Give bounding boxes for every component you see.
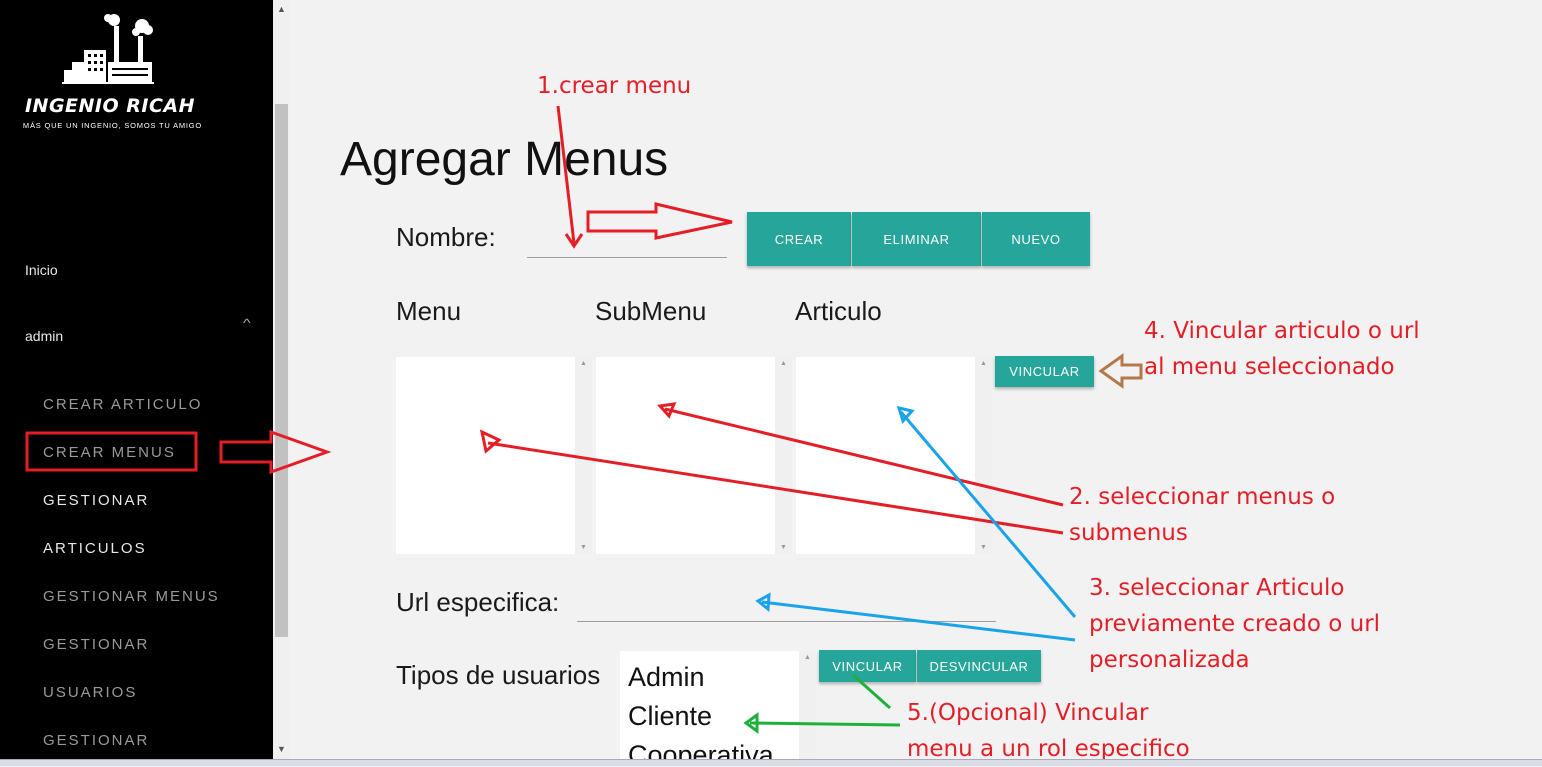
annotation-step3-line2: previamente creado o url <box>1089 611 1381 637</box>
annotation-line <box>852 673 891 710</box>
annotation-line <box>556 105 576 244</box>
annotation-step3-line1: 3. seleccionar Articulo <box>1089 575 1345 601</box>
left-arrow-icon <box>1098 353 1143 389</box>
annotation-line <box>761 600 1076 642</box>
annotation-line <box>664 407 1064 507</box>
annotation-step4-line2: al menu seleccionado <box>1144 354 1395 380</box>
annotation-step1: 1.crear menu <box>537 73 692 99</box>
annotation-line <box>487 441 1064 535</box>
annotation-line <box>749 721 901 727</box>
annotation-step2-line2: submenus <box>1069 520 1188 546</box>
annotation-step3-line3: personalizada <box>1089 647 1250 673</box>
annotation-step5-line1: 5.(Opcional) Vincular <box>907 700 1149 726</box>
right-arrow-icon <box>219 429 332 475</box>
right-arrow-icon <box>586 202 733 240</box>
annotation-line <box>899 411 1077 618</box>
highlight-box <box>25 431 198 472</box>
annotation-step2-line1: 2. seleccionar menus o <box>1069 484 1336 510</box>
arrowhead <box>896 405 915 424</box>
annotation-step4-line1: 4. Vincular articulo o url <box>1144 318 1420 344</box>
arrowhead <box>479 429 502 454</box>
